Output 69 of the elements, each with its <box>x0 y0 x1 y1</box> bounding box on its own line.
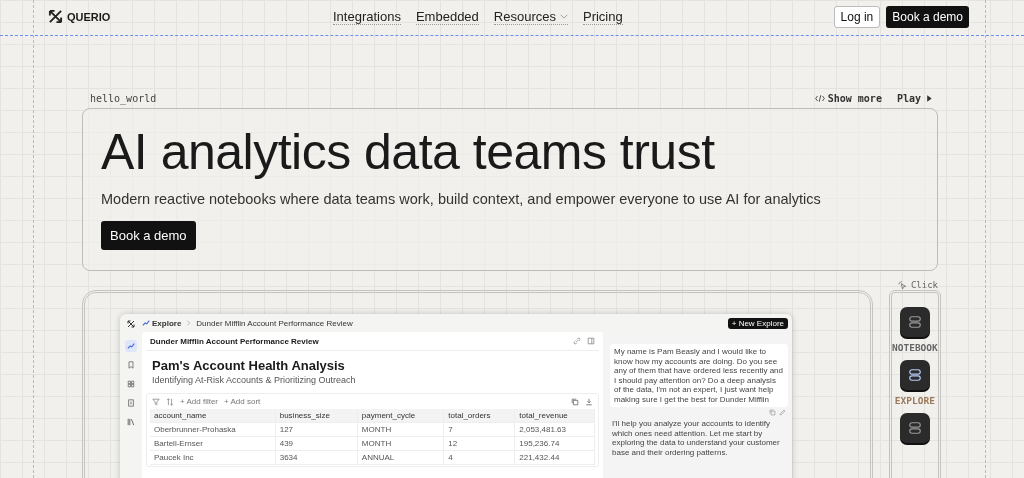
mode-label[interactable]: EXPLORE <box>894 395 935 406</box>
nav-link[interactable]: Integrations <box>333 8 401 25</box>
sidebar-item[interactable] <box>125 340 137 352</box>
nav-link[interactable]: Pricing <box>582 8 623 25</box>
mode-tile[interactable] <box>899 307 930 337</box>
logo-icon <box>48 9 63 24</box>
table-cell: MONTH <box>357 422 444 437</box>
notebook-heading: Pam's Account Health Analysis <box>152 358 346 373</box>
column-header[interactable]: account_name <box>150 409 276 423</box>
table-cell: 439 <box>275 436 358 451</box>
copy-icon[interactable] <box>769 409 776 416</box>
hero-action-link[interactable]: Show more <box>814 92 882 104</box>
table-cell: 7 <box>443 422 515 437</box>
column-header[interactable]: business_size <box>275 409 358 423</box>
table-cell: Oberbrunner-Prohaska <box>150 422 276 437</box>
new-explore-button[interactable]: + New Explore <box>727 317 788 329</box>
book-demo-button[interactable]: Book a demo <box>886 5 969 28</box>
column-header[interactable]: total_orders <box>443 409 515 423</box>
breadcrumb-item[interactable]: Dunder Mifflin Account Performance Review <box>196 318 353 328</box>
click-hint: Click <box>897 280 938 290</box>
hero-subtitle: Modern reactive notebooks where data teams work, build context, and empower everyone to use AI for analytics <box>101 191 822 207</box>
nav-link[interactable]: Resources <box>493 8 568 25</box>
notebook-subheading: Identifying At-Risk Accounts & Prioritizing Outreach <box>152 375 357 385</box>
mode-tile[interactable] <box>899 360 930 390</box>
breadcrumb-item[interactable]: Explore <box>142 318 182 328</box>
code-icon <box>814 93 825 103</box>
code-label: hello_world <box>90 92 157 104</box>
download-icon[interactable] <box>585 397 593 406</box>
mode-label[interactable]: NOTEBOOK <box>892 342 938 353</box>
nav-link[interactable]: Embedded <box>415 8 479 25</box>
document-title: Dunder Mifflin Account Performance Review <box>150 336 319 346</box>
table-cell: 12 <box>443 436 515 451</box>
toolbar-link[interactable]: + Add filter <box>180 397 219 406</box>
copy-icon[interactable] <box>571 397 579 406</box>
table-cell: ANNUAL <box>357 450 444 465</box>
column-header[interactable]: payment_cycle <box>357 409 444 423</box>
sidebar-item[interactable] <box>125 397 137 409</box>
play-icon <box>924 93 934 103</box>
table-cell: Bartell-Ernser <box>150 436 276 451</box>
sidebar-item[interactable] <box>125 416 137 428</box>
pencil-icon[interactable] <box>779 409 786 416</box>
filter-icon[interactable] <box>152 397 160 406</box>
column-header[interactable]: total_revenue <box>514 409 595 423</box>
table-cell: 195,236.74 <box>514 436 595 451</box>
assistant-message: I'll help you analyze your accounts to identify which ones need attention. Let me start by exploring the data to understand your customer base and their ordering patterns. <box>612 419 781 457</box>
sidebar-item[interactable] <box>125 359 137 371</box>
hero-title: AI analytics data teams trust <box>101 123 716 181</box>
table-cell: Paucek Inc <box>150 450 276 465</box>
logo-icon <box>127 320 135 328</box>
mode-tile[interactable] <box>899 413 930 443</box>
panel-icon <box>587 337 595 345</box>
link-icon <box>573 337 581 345</box>
table-cell: 4 <box>443 450 515 465</box>
hero-action-link[interactable]: Play <box>896 92 934 104</box>
toolbar-link[interactable]: + Add sort <box>224 397 261 406</box>
user-message: My name is Pam Beasly and I would like to know how my accounts are doing. Do you see any of them that have ordered less recently and I should pay attention on? Do a deep analysis of the data, I'm not an expert, I just want help making sure I get the best for Dunder Mifflin <box>610 344 788 407</box>
chart-icon <box>142 319 150 327</box>
table-cell: MONTH <box>357 436 444 451</box>
chevron-icon <box>186 319 192 327</box>
brand-name: QUERIO <box>67 10 111 23</box>
login-button[interactable]: Log in <box>833 5 881 28</box>
book-demo-button[interactable]: Book a demo <box>101 221 196 250</box>
table-cell: 3634 <box>275 450 358 465</box>
sidebar-item[interactable] <box>125 378 137 390</box>
table-cell: 221,432.44 <box>514 450 595 465</box>
sort-icon[interactable] <box>166 397 174 406</box>
table-cell: 2,053,481.63 <box>514 422 595 437</box>
table-cell: 127 <box>275 422 358 437</box>
cursor-icon <box>897 280 908 290</box>
